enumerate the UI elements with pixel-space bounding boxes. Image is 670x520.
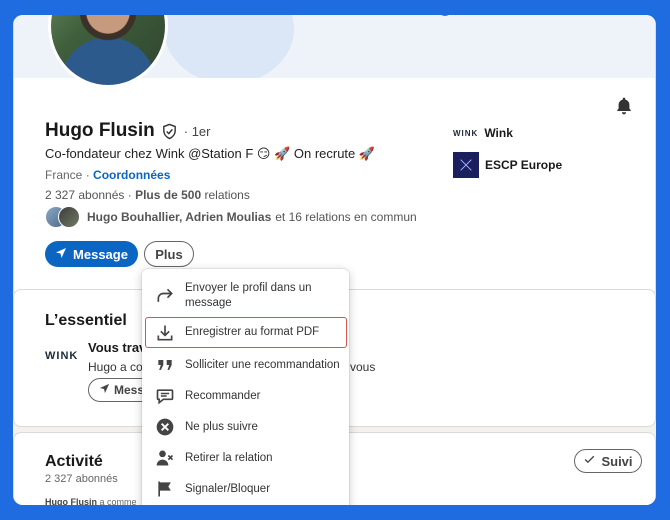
verified-shield-icon[interactable]: [161, 123, 178, 140]
connection-degree: · 1er: [183, 123, 211, 139]
activite-followers: 2 327 abonnés: [45, 473, 118, 485]
comment-icon: [154, 385, 176, 407]
following-label: Suivi: [601, 453, 633, 469]
share-arrow-icon: [154, 285, 176, 307]
mutual-rest: et 16 relations en commun: [275, 210, 417, 224]
profile-location: France · Coordonnées: [45, 168, 170, 182]
activite-post-line[interactable]: Hugo Flusin a comme: [45, 497, 137, 505]
menu-item-request-recommendation[interactable]: Solliciter une recommandation: [142, 351, 349, 379]
quote-icon: [154, 354, 176, 376]
profile-page: Hugo Flusin · 1er Co-fondateur chez Wink…: [13, 15, 656, 505]
send-icon: [99, 383, 110, 397]
connections-label: relations: [204, 188, 250, 202]
menu-item-label: Envoyer le profil dans un message: [185, 282, 312, 309]
menu-item-send-profile[interactable]: Envoyer le profil dans un message: [142, 277, 349, 315]
highlight-outline: [145, 317, 347, 348]
company-name: Wink: [484, 126, 513, 140]
profile-country: France: [45, 168, 83, 182]
essentiel-desc: Hugo a co: [88, 360, 143, 374]
escp-logo-icon: [453, 152, 479, 178]
mutual-avatar: [58, 206, 80, 228]
menu-item-label: Signaler/Bloquer: [185, 482, 271, 495]
activite-title: Activité: [45, 453, 103, 470]
connections-count[interactable]: Plus de 500: [135, 188, 201, 202]
profile-name: Hugo Flusin: [45, 120, 155, 141]
company-wink[interactable]: WINK Wink: [453, 126, 513, 140]
unfollow-x-icon: [154, 416, 176, 438]
mutual-avatars: [45, 206, 81, 228]
essentiel-desc-tail: vous: [350, 360, 376, 374]
essentiel-role: Vous trav: [88, 340, 147, 355]
bell-icon[interactable]: [614, 96, 634, 116]
menu-item-unfollow[interactable]: Ne plus suivre: [142, 413, 349, 441]
message-button-label: Message: [73, 246, 128, 262]
menu-item-label: Recommander: [185, 389, 261, 402]
stats-separator: ·: [127, 188, 132, 202]
company-escp[interactable]: ESCP Europe: [453, 152, 562, 178]
essentiel-wink-logo: WINK: [45, 350, 79, 362]
profile-stats: 2 327 abonnés · Plus de 500 relations: [45, 188, 250, 202]
contact-info-link[interactable]: Coordonnées: [93, 168, 170, 182]
menu-item-label: Solliciter une recommandation: [185, 358, 340, 371]
following-button[interactable]: Suivi: [574, 449, 642, 473]
post-rest: a comme: [99, 497, 137, 505]
more-button[interactable]: Plus: [144, 241, 194, 267]
profile-headline: Co-fondateur chez Wink @Station F 😏 🚀 On…: [45, 146, 376, 161]
profile-card: Hugo Flusin · 1er Co-fondateur chez Wink…: [13, 15, 656, 297]
menu-item-label: Retirer la relation: [185, 451, 273, 464]
profile-name-row: Hugo Flusin · 1er: [45, 120, 211, 142]
menu-item-report-block[interactable]: Signaler/Bloquer: [142, 475, 349, 503]
school-name: ESCP Europe: [485, 158, 563, 172]
send-icon: [55, 247, 67, 262]
essentiel-message-label: Mess: [114, 383, 145, 397]
menu-item-recommend[interactable]: Recommander: [142, 382, 349, 410]
wink-logo: WINK: [453, 128, 479, 138]
banner-shape: [164, 15, 294, 78]
mutual-connections[interactable]: Hugo Bouhallier, Adrien Moulias et 16 re…: [45, 206, 417, 228]
followers-count[interactable]: 2 327 abonnés: [45, 188, 124, 202]
post-author: Hugo Flusin: [45, 497, 97, 505]
mutual-names[interactable]: Hugo Bouhallier, Adrien Moulias: [87, 210, 271, 224]
essentiel-title: L’essentiel: [45, 312, 127, 329]
message-button[interactable]: Message: [45, 241, 138, 267]
banner-dot: [438, 15, 452, 16]
menu-item-remove-connection[interactable]: Retirer la relation: [142, 444, 349, 472]
flag-icon: [154, 478, 176, 500]
location-separator: ·: [85, 168, 90, 182]
remove-person-icon: [154, 447, 176, 469]
menu-item-save-pdf[interactable]: Enregistrer au format PDF: [142, 317, 349, 348]
more-dropdown-menu: Envoyer le profil dans un message Enregi…: [142, 269, 349, 505]
checkmark-icon: [583, 453, 596, 469]
menu-item-label: Ne plus suivre: [185, 420, 258, 433]
